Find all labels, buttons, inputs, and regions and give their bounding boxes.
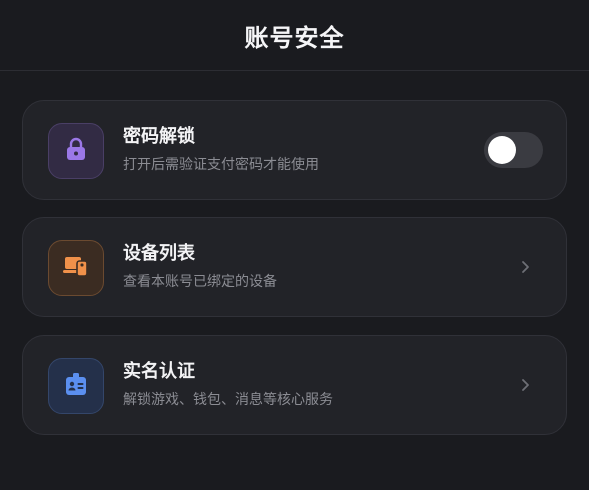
- lock-icon: [65, 137, 87, 165]
- toggle-knob: [488, 136, 516, 164]
- header: 账号安全: [0, 0, 589, 71]
- password-unlock-texts: 密码解锁 打开后需验证支付密码才能使用: [123, 125, 319, 174]
- password-unlock-title: 密码解锁: [123, 126, 195, 147]
- real-name-verification-card[interactable]: 实名认证 解锁游戏、钱包、消息等核心服务: [22, 335, 567, 435]
- device-list-texts: 设备列表 查看本账号已绑定的设备: [123, 242, 277, 291]
- password-unlock-description: 打开后需验证支付密码才能使用: [123, 157, 319, 173]
- real-name-description: 解锁游戏、钱包、消息等核心服务: [123, 392, 333, 408]
- password-unlock-card: 密码解锁 打开后需验证支付密码才能使用: [22, 100, 567, 200]
- real-name-texts: 实名认证 解锁游戏、钱包、消息等核心服务: [123, 360, 333, 409]
- device-list-title: 设备列表: [123, 243, 195, 264]
- device-icon: [63, 255, 89, 281]
- device-list-card[interactable]: 设备列表 查看本账号已绑定的设备: [22, 217, 567, 317]
- page-title: 账号安全: [244, 23, 345, 52]
- chevron-right-icon: [514, 374, 536, 396]
- real-name-title: 实名认证: [123, 361, 195, 382]
- chevron-right-icon: [514, 256, 536, 278]
- device-list-icon-box: [48, 240, 104, 296]
- id-badge-icon: [64, 372, 88, 400]
- device-list-description: 查看本账号已绑定的设备: [123, 274, 277, 290]
- password-unlock-icon-box: [48, 123, 104, 179]
- password-unlock-toggle[interactable]: [484, 132, 543, 168]
- real-name-icon-box: [48, 358, 104, 414]
